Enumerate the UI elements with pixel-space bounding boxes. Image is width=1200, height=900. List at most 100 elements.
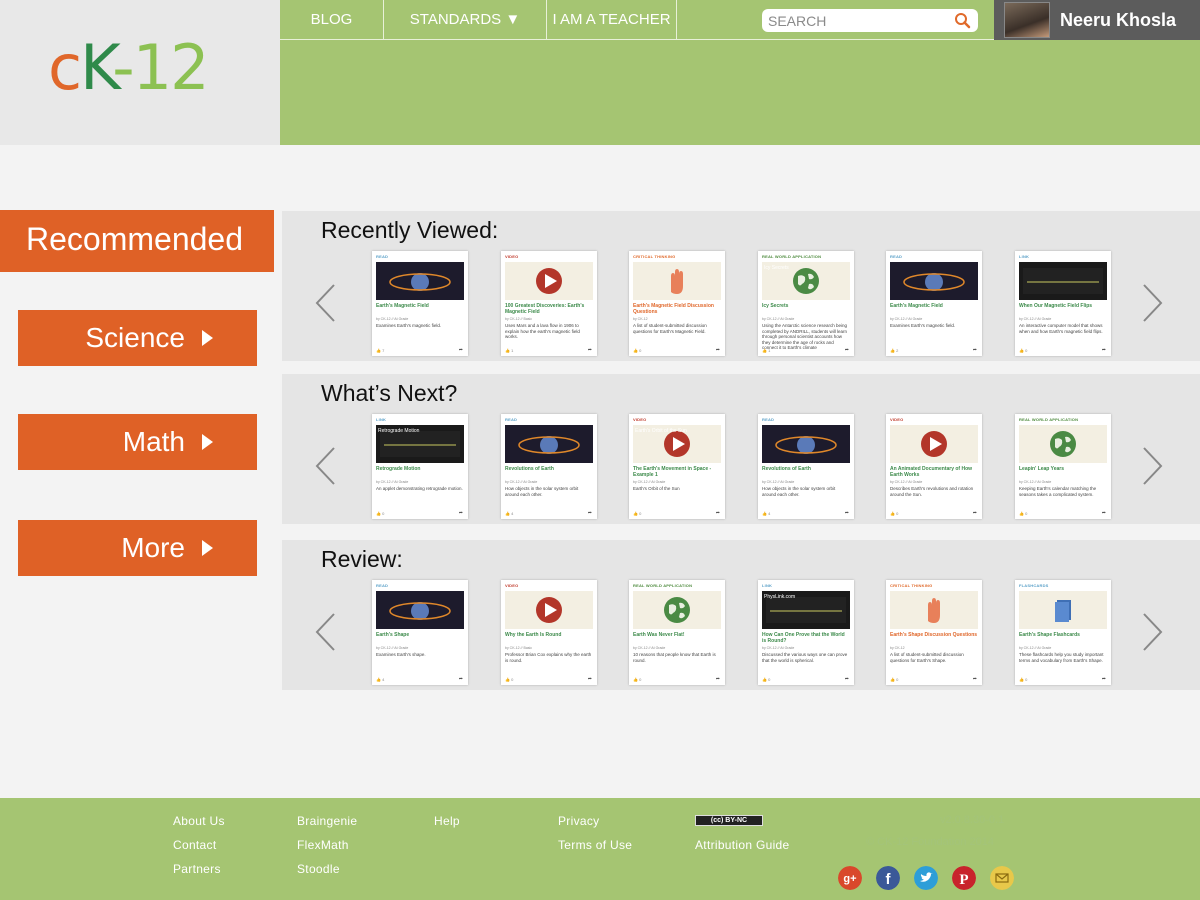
resource-card[interactable]: READ Revolutions of Earth by CK-12 // At G… xyxy=(501,414,597,519)
card-title[interactable]: Earth Was Never Flat! xyxy=(633,632,721,638)
card-title[interactable]: Leapin' Leap Years xyxy=(1019,466,1107,472)
card-meta: by CK-12 xyxy=(890,646,905,650)
footer-link-terms[interactable]: Terms of Use xyxy=(558,838,632,852)
resource-card[interactable]: READ Earth's Shape by CK-12 // At Grade Exa… xyxy=(372,580,468,685)
share-icon[interactable]: ➦ xyxy=(973,676,977,682)
carousel-next-icon[interactable] xyxy=(1142,612,1164,652)
resource-card[interactable]: VIDEO An Animated Documentary of How Eart… xyxy=(886,414,982,519)
card-title[interactable]: When Our Magnetic Field Flips xyxy=(1019,303,1107,309)
card-title[interactable]: How Can One Prove that the World is Roun… xyxy=(762,632,850,644)
carousel-next-icon[interactable] xyxy=(1142,446,1164,486)
resource-card[interactable]: READ Earth's Magnetic Field by CK-12 // At… xyxy=(886,251,982,356)
card-title[interactable]: Earth's Shape xyxy=(376,632,464,638)
share-icon[interactable]: ➦ xyxy=(459,510,463,516)
share-icon[interactable]: ➦ xyxy=(973,510,977,516)
card-description: Describes Earth's revolutions and rotati… xyxy=(890,486,974,497)
resource-card[interactable]: FLASHCARDS Earth's Shape Flashcards by CK-… xyxy=(1015,580,1111,685)
share-icon[interactable]: ➦ xyxy=(588,510,592,516)
resource-card[interactable]: VIDEO 100 Greatest Discoveries: Earth's M… xyxy=(501,251,597,356)
nav-standards-dropdown[interactable]: STANDARDS ▼ xyxy=(384,0,547,40)
resource-card[interactable]: REAL WORLD APPLICATION Earth Was Never Fl… xyxy=(629,580,725,685)
share-icon[interactable]: ➦ xyxy=(716,347,720,353)
user-menu[interactable]: Neeru Khosla xyxy=(994,0,1200,40)
resource-card[interactable]: REAL WORLD APPLICATION Leapin' Leap Years… xyxy=(1015,414,1111,519)
math-label: Math xyxy=(122,426,185,457)
card-title[interactable]: Revolutions of Earth xyxy=(505,466,593,472)
facebook-icon[interactable]: f xyxy=(876,866,900,890)
share-icon[interactable]: ➦ xyxy=(588,347,592,353)
pinterest-icon[interactable]: P xyxy=(952,866,976,890)
email-icon[interactable] xyxy=(990,866,1014,890)
card-description: Examines Earth's shape. xyxy=(376,652,426,657)
resource-card[interactable]: VIDEO Why the Earth Is Round by CK-12 // B… xyxy=(501,580,597,685)
card-description: Discussed the various ways one can prove… xyxy=(762,652,848,663)
footer-link-partners[interactable]: Partners xyxy=(173,862,221,876)
share-icon[interactable]: ➦ xyxy=(973,347,977,353)
resource-card[interactable]: CRITICAL THINKING Earth's Magnetic Field … xyxy=(629,251,725,356)
user-name: Neeru Khosla xyxy=(1060,10,1177,30)
search-input[interactable] xyxy=(768,11,948,30)
carousel-prev-icon[interactable] xyxy=(314,612,336,652)
card-title[interactable]: Earth's Shape Flashcards xyxy=(1019,632,1107,638)
nav-teacher-link[interactable]: I AM A TEACHER xyxy=(547,0,677,40)
section-title: What’s Next? xyxy=(321,380,458,406)
share-icon[interactable]: ➦ xyxy=(845,676,849,682)
resource-card[interactable]: VIDEO The Earth's Movement in Space - Exa… xyxy=(629,414,725,519)
resource-card[interactable]: READ Earth's Magnetic Field by CK-12 // At… xyxy=(372,251,468,356)
card-title[interactable]: Earth's Magnetic Field xyxy=(890,303,978,309)
card-like-count: 👍 0 xyxy=(633,348,642,353)
card-title[interactable]: Earth's Magnetic Field Discussion Questi… xyxy=(633,303,721,315)
footer-link-attribution[interactable]: Attribution Guide xyxy=(695,838,790,852)
twitter-icon[interactable] xyxy=(914,866,938,890)
footer-link-stoodle[interactable]: Stoodle xyxy=(297,862,340,876)
share-icon[interactable]: ➦ xyxy=(716,510,720,516)
card-type-label: FLASHCARDS xyxy=(1019,583,1049,588)
share-icon[interactable]: ➦ xyxy=(716,676,720,682)
resource-card[interactable]: LINK Retrograde Motion by CK-12 // At Grad… xyxy=(372,414,468,519)
more-button[interactable]: More xyxy=(18,520,257,576)
nav-blog-link[interactable]: BLOG xyxy=(280,0,384,40)
share-icon[interactable]: ➦ xyxy=(1102,676,1106,682)
carousel-next-icon[interactable] xyxy=(1142,283,1164,323)
cc-license-badge[interactable]: (cc) BY-NC xyxy=(695,815,763,826)
resource-card[interactable]: CRITICAL THINKING Earth's Shape Discussio… xyxy=(886,580,982,685)
footer-link-braingenie[interactable]: Braingenie xyxy=(297,814,357,828)
card-thumbnail xyxy=(633,262,721,300)
resource-card[interactable]: LINK How Can One Prove that the World is … xyxy=(758,580,854,685)
card-like-count: 👍 0 xyxy=(1019,348,1028,353)
footer-link-privacy[interactable]: Privacy xyxy=(558,814,599,828)
logo-letter-k: K xyxy=(80,31,114,104)
ck12-logo[interactable]: cK-12 xyxy=(48,28,210,108)
footer-link-about[interactable]: About Us xyxy=(173,814,225,828)
card-like-count: 👍 4 xyxy=(376,677,385,682)
carousel-prev-icon[interactable] xyxy=(314,446,336,486)
math-button[interactable]: Math xyxy=(18,414,257,470)
recommended-button[interactable]: Recommended xyxy=(0,210,274,272)
footer-link-flexmath[interactable]: FlexMath xyxy=(297,838,349,852)
share-icon[interactable]: ➦ xyxy=(459,676,463,682)
search-icon[interactable] xyxy=(954,12,971,29)
footer-link-contact[interactable]: Contact xyxy=(173,838,216,852)
share-icon[interactable]: ➦ xyxy=(845,510,849,516)
footer-link-help[interactable]: Help xyxy=(434,814,460,828)
resource-card[interactable]: REAL WORLD APPLICATION Icy Secrets by CK-1… xyxy=(758,251,854,356)
card-title[interactable]: Icy Secrets xyxy=(762,303,850,309)
science-button[interactable]: Science xyxy=(18,310,257,366)
card-title[interactable]: Earth's Shape Discussion Questions xyxy=(890,632,978,638)
google-plus-icon[interactable]: g+ xyxy=(838,866,862,890)
card-title[interactable]: The Earth's Movement in Space - Example … xyxy=(633,466,721,478)
share-icon[interactable]: ➦ xyxy=(459,347,463,353)
share-icon[interactable]: ➦ xyxy=(1102,510,1106,516)
card-title[interactable]: An Animated Documentary of How Earth Wor… xyxy=(890,466,978,478)
resource-card[interactable]: LINK When Our Magnetic Field Flips by CK-1… xyxy=(1015,251,1111,356)
card-title[interactable]: Revolutions of Earth xyxy=(762,466,850,472)
resource-card[interactable]: READ Revolutions of Earth by CK-12 // At G… xyxy=(758,414,854,519)
card-title[interactable]: 100 Greatest Discoveries: Earth's Magnet… xyxy=(505,303,593,315)
share-icon[interactable]: ➦ xyxy=(845,347,849,353)
card-title[interactable]: Earth's Magnetic Field xyxy=(376,303,464,309)
share-icon[interactable]: ➦ xyxy=(1102,347,1106,353)
card-title[interactable]: Why the Earth Is Round xyxy=(505,632,593,638)
card-title[interactable]: Retrograde Motion xyxy=(376,466,464,472)
share-icon[interactable]: ➦ xyxy=(588,676,592,682)
carousel-prev-icon[interactable] xyxy=(314,283,336,323)
